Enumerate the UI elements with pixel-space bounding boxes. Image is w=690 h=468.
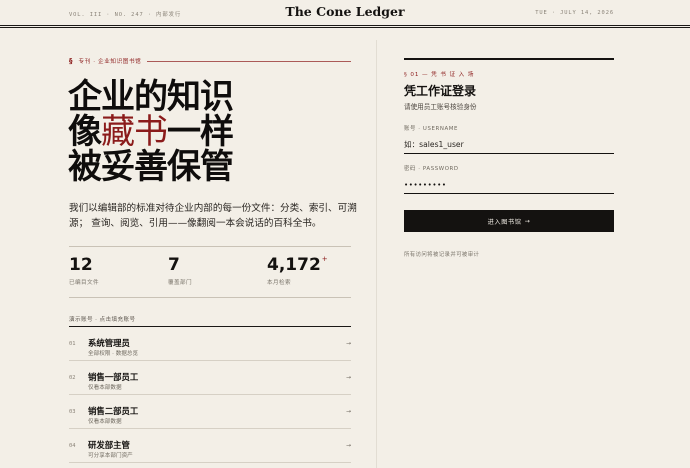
account-index: 03 [69,409,76,415]
enter-library-label: 进入图书馆 [487,218,522,226]
stat-label: 覆盖部门 [168,280,192,286]
column-divider [376,40,377,468]
stat-value: 4,172 [267,255,321,275]
arrow-right-icon: → [345,408,351,415]
account-desc: 仅看本部数据 [88,419,122,425]
stat-suffix: + [321,255,328,263]
stat-searches: 4,172+ 本月检索 [267,255,328,286]
headline-line-2-pre: 像 [68,112,102,152]
headline-line-1: 企业的知识 [68,77,234,117]
demo-account-admin[interactable]: 01 系统管理员 全部权限 · 数据总览 → [69,327,351,361]
account-name: 系统管理员 [88,338,130,348]
password-label: 密码 · PASSWORD [404,166,459,172]
hero-headline: 企业的知识 像藏书一样 被妥善保管 [68,80,368,185]
kicker-text: 专刊 · 企业知识图书馆 [78,59,142,65]
account-desc: 可分享本部门资产 [88,453,133,459]
stats-divider-top [69,246,351,247]
demo-account-rd-lead[interactable]: 04 研发部主管 可分享本部门资产 → [69,429,351,463]
account-desc: 全部权限 · 数据总览 [88,351,139,357]
section-kicker: § 专刊 · 企业知识图书馆 [69,56,351,66]
stat-departments: 7 覆盖部门 [168,255,192,286]
account-index: 04 [69,443,76,449]
login-title: 凭工作证登录 [404,84,477,98]
demo-account-sales1[interactable]: 02 销售一部员工 仅看本部数据 → [69,361,351,395]
audit-note: 所有访问将被记录并可被审计 [404,252,480,258]
account-name: 销售一部员工 [88,372,139,382]
account-name: 销售二部员工 [88,406,139,416]
stat-documents: 12 已编目文件 [69,255,99,286]
issue-date: TUE · JULY 14, 2026 [535,10,614,16]
demo-account-sales2[interactable]: 03 销售二部员工 仅看本部数据 → [69,395,351,429]
stat-label: 已编目文件 [69,280,99,286]
username-input[interactable] [404,136,614,154]
stat-value: 7 [168,255,180,275]
login-kicker: § 01 — 凭 书 证 入 场 [404,72,475,78]
headline-accent: 藏书 [101,112,168,152]
headline-line-2-post: 一样 [167,112,234,152]
login-subtitle: 请使用员工账号核验身份 [404,103,477,111]
headline-line-3: 被妥善保管 [68,147,234,187]
login-top-rule [404,58,614,60]
arrow-right-icon: → [345,340,351,347]
stats-divider-bottom [69,297,351,298]
intro-description: 我们以编辑部的标准对待企业内部的每一份文件：分类、索引、可溯源； 查询、阅览、引… [69,203,357,229]
password-input[interactable]: ••••••••• [404,176,614,194]
arrow-right-icon: → [345,442,351,449]
account-name: 研发部主管 [88,440,130,450]
account-index: 01 [69,341,76,347]
enter-library-button[interactable]: 进入图书馆 → [404,210,614,232]
account-desc: 仅看本部数据 [88,385,122,391]
kicker-rule [147,60,351,62]
stat-label: 本月检索 [267,280,291,286]
account-index: 02 [69,375,76,381]
arrow-right-icon: → [524,217,531,225]
arrow-right-icon: → [345,374,351,381]
masthead: VOL. III · NO. 247 · 内部发行 The Cone Ledge… [0,0,690,28]
section-mark: § [69,57,73,65]
username-label: 账号 · USERNAME [404,126,459,132]
demo-accounts-label: 演示账号 · 点击填充账号 [69,317,136,323]
stat-value: 12 [69,255,93,275]
